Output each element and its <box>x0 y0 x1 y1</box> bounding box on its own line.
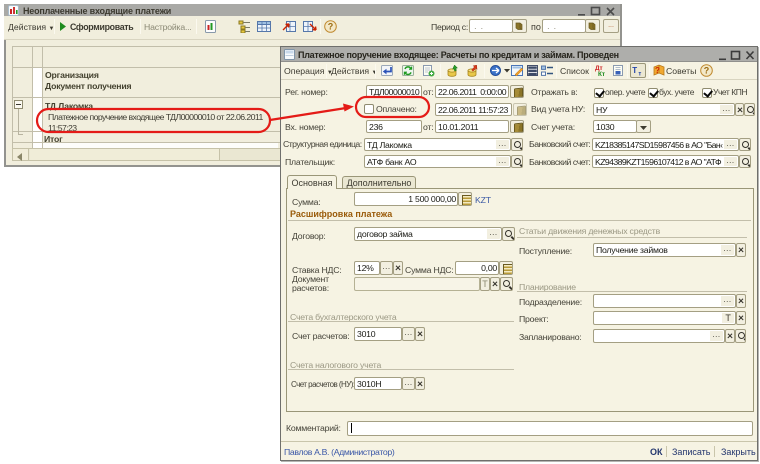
svg-text:?: ? <box>328 22 334 32</box>
svg-text:?: ? <box>704 66 710 76</box>
svg-text:Т: Т <box>632 66 637 75</box>
svg-text:?: ? <box>655 66 660 75</box>
svg-text:Кт: Кт <box>598 71 605 77</box>
svg-text:т: т <box>638 71 641 77</box>
